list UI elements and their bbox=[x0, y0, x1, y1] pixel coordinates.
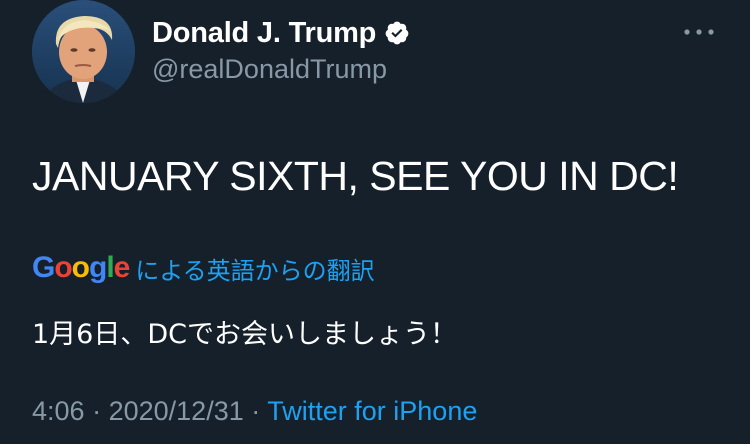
tweet-time[interactable]: 4:06 bbox=[32, 396, 85, 426]
avatar[interactable] bbox=[32, 0, 135, 103]
author-handle[interactable]: @realDonaldTrump bbox=[152, 54, 387, 85]
google-logo-letter: G bbox=[32, 251, 55, 284]
tweet-meta: 4:06 · 2020/12/31 · Twitter for iPhone bbox=[32, 396, 477, 427]
display-name[interactable]: Donald J. Trump bbox=[152, 17, 376, 50]
google-logo-letter: o bbox=[54, 251, 72, 284]
google-logo-letter: o bbox=[71, 251, 90, 284]
google-logo: Google bbox=[32, 251, 131, 285]
google-logo-letter: e bbox=[113, 251, 131, 284]
tweet-text: JANUARY SIXTH, SEE YOU IN DC! bbox=[32, 153, 679, 199]
verified-badge-icon bbox=[384, 20, 410, 46]
google-logo-letter: l bbox=[106, 251, 114, 284]
translated-by-label[interactable]: による英語からの翻訳 bbox=[135, 251, 374, 286]
translated-text: 1月6日、DCでお会いしましょう！ bbox=[32, 319, 457, 350]
google-logo-letter: g bbox=[89, 251, 107, 284]
meta-separator: · bbox=[92, 396, 102, 426]
tweet-source-link[interactable]: Twitter for iPhone bbox=[267, 396, 477, 426]
tweet-detail: Donald J. Trump @realDonaldTrump JANUARY… bbox=[0, 0, 750, 444]
translation-attribution[interactable]: Google による英語からの翻訳 bbox=[32, 248, 375, 288]
more-options-icon[interactable] bbox=[682, 22, 716, 42]
meta-separator: · bbox=[251, 396, 261, 426]
profile-photo-icon bbox=[32, 0, 135, 103]
tweet-date[interactable]: 2020/12/31 bbox=[109, 396, 244, 426]
author-name-row[interactable]: Donald J. Trump bbox=[152, 14, 410, 52]
